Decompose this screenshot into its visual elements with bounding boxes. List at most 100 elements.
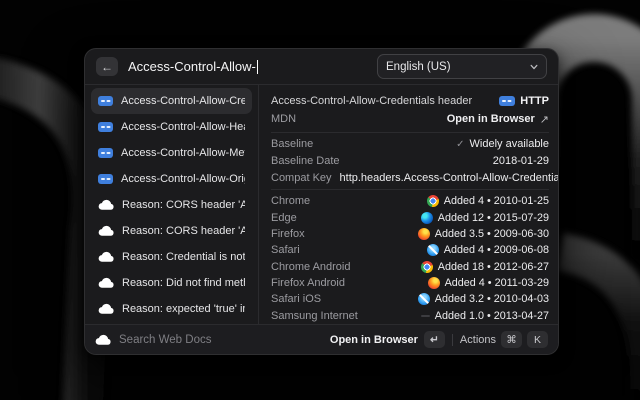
cloud-icon bbox=[98, 199, 114, 211]
list-item-label: Access-Control-Allow-Methods... bbox=[121, 147, 245, 159]
actions-label: Actions bbox=[460, 334, 496, 346]
list-item[interactable]: Access-Control-Allow-Credenti... bbox=[91, 88, 252, 114]
browser-name: Firefox bbox=[271, 228, 305, 240]
list-item[interactable]: Reason: Credential is not suppo... bbox=[91, 244, 252, 270]
mdn-label: MDN bbox=[271, 113, 296, 125]
detail-title-row: Access-Control-Allow-Credentials header … bbox=[271, 92, 549, 110]
list-item-label: Reason: Credential is not suppo... bbox=[122, 251, 245, 263]
list-item[interactable]: Access-Control-Allow-Methods... bbox=[91, 140, 252, 166]
browser-support-value: Added 12 • 2015-07-29 bbox=[438, 212, 549, 224]
divider bbox=[452, 334, 453, 346]
enter-key-icon: ↵ bbox=[424, 331, 445, 348]
browser-row: Chrome Added 4 • 2010-01-25 bbox=[271, 193, 549, 209]
command-key-icon: ⌘ bbox=[501, 331, 522, 348]
divider bbox=[271, 132, 549, 133]
browser-row: Edge Added 12 • 2015-07-29 bbox=[271, 210, 549, 226]
search-query-text: Access-Control-Allow- bbox=[128, 59, 256, 74]
cloud-icon bbox=[98, 251, 114, 263]
list-item-label: Access-Control-Allow-Credenti... bbox=[121, 95, 245, 107]
language-value: English (US) bbox=[386, 61, 451, 73]
firefox-icon bbox=[418, 228, 430, 240]
results-list: Access-Control-Allow-Credenti... Access-… bbox=[85, 85, 259, 324]
list-item-label: Access-Control-Allow-Origin he... bbox=[121, 173, 245, 185]
open-in-browser-label: Open in Browser bbox=[330, 334, 418, 346]
list-item[interactable]: Reason: expected 'true' in COR... bbox=[91, 296, 252, 322]
chrome-icon bbox=[427, 195, 439, 207]
list-item[interactable]: Access-Control-Allow-Headers... bbox=[91, 114, 252, 140]
browser-support-value: Added 3.5 • 2009-06-30 bbox=[435, 228, 549, 240]
browser-name: Chrome bbox=[271, 195, 310, 207]
cloud-icon bbox=[98, 303, 114, 315]
browser-support-value: Added 4 • 2010-01-25 bbox=[444, 195, 549, 207]
cloud-icon bbox=[98, 225, 114, 237]
text-caret bbox=[257, 60, 259, 74]
http-badge-icon bbox=[98, 148, 113, 158]
detail-title: Access-Control-Allow-Credentials header bbox=[271, 95, 472, 107]
browser-support-value: Added 3.2 • 2010-04-03 bbox=[435, 293, 549, 305]
open-in-browser-button[interactable]: Open in Browser ↵ bbox=[330, 331, 445, 348]
list-item-label: Reason: CORS header 'Access-... bbox=[122, 199, 245, 211]
edge-icon bbox=[421, 212, 433, 224]
safari-icon bbox=[418, 293, 430, 305]
detail-panel: Access-Control-Allow-Credentials header … bbox=[259, 85, 558, 324]
baseline-date-label: Baseline Date bbox=[271, 155, 340, 167]
compat-key-label: Compat Key bbox=[271, 172, 332, 184]
http-badge-label: HTTP bbox=[520, 95, 549, 107]
search-input[interactable]: Access-Control-Allow- bbox=[128, 59, 258, 74]
mdn-open-link[interactable]: Open in Browser ↗ bbox=[447, 113, 549, 126]
divider bbox=[271, 189, 549, 190]
actions-button[interactable]: Actions ⌘ K bbox=[460, 331, 548, 348]
k-key-icon: K bbox=[527, 331, 548, 348]
browser-name: Chrome Android bbox=[271, 261, 351, 273]
browser-support-value: Added 4 • 2011-03-29 bbox=[445, 277, 549, 289]
list-item-label: Reason: expected 'true' in COR... bbox=[122, 303, 245, 315]
cloud-icon bbox=[95, 334, 111, 346]
action-bar: Search Web Docs Open in Browser ↵ Action… bbox=[85, 324, 558, 354]
browser-name: Safari bbox=[271, 244, 300, 256]
baseline-label: Baseline bbox=[271, 138, 313, 150]
chevron-down-icon bbox=[530, 63, 538, 71]
list-item-label: Reason: CORS header 'Access-... bbox=[122, 225, 245, 237]
chrome-icon bbox=[421, 261, 433, 273]
cloud-icon bbox=[98, 277, 114, 289]
footer-command-title: Search Web Docs bbox=[119, 334, 211, 346]
footer-actions: Open in Browser ↵ Actions ⌘ K bbox=[330, 331, 548, 348]
dash-icon bbox=[421, 315, 430, 317]
list-item-label: Access-Control-Allow-Headers... bbox=[121, 121, 245, 133]
browser-support-value: Added 1.0 • 2013-04-27 bbox=[435, 310, 549, 322]
back-button[interactable]: ← bbox=[96, 57, 118, 76]
check-icon: ✓ bbox=[456, 139, 464, 150]
firefox-icon bbox=[428, 277, 440, 289]
window-body: Access-Control-Allow-Credenti... Access-… bbox=[85, 85, 558, 324]
browser-name: Firefox Android bbox=[271, 277, 345, 289]
list-item[interactable]: Reason: CORS header 'Access-... bbox=[91, 218, 252, 244]
browser-row: Safari iOS Added 3.2 • 2010-04-03 bbox=[271, 291, 549, 307]
browser-row: Firefox Added 3.5 • 2009-06-30 bbox=[271, 226, 549, 242]
http-badge-icon bbox=[98, 96, 113, 106]
compat-key-value: http.headers.Access-Control-Allow-Creden… bbox=[340, 172, 559, 184]
browser-support-value: Added 18 • 2012-06-27 bbox=[438, 261, 549, 273]
baseline-row: Baseline ✓ Widely available bbox=[271, 136, 549, 153]
baseline-value: Widely available bbox=[470, 138, 549, 150]
list-item-label: Reason: Did not find method in... bbox=[122, 277, 245, 289]
http-badge-icon bbox=[98, 174, 113, 184]
arrow-up-right-icon: ↗ bbox=[540, 113, 549, 126]
http-badge: HTTP bbox=[499, 95, 549, 107]
browser-row: Safari Added 4 • 2009-06-08 bbox=[271, 242, 549, 258]
browser-row: Firefox Android Added 4 • 2011-03-29 bbox=[271, 275, 549, 291]
safari-icon bbox=[427, 244, 439, 256]
back-arrow-icon: ← bbox=[101, 61, 113, 73]
list-item[interactable]: Reason: CORS header 'Access-... bbox=[91, 192, 252, 218]
list-item[interactable]: Access-Control-Allow-Origin he... bbox=[91, 166, 252, 192]
http-badge-icon bbox=[499, 96, 515, 106]
http-badge-icon bbox=[98, 122, 113, 132]
language-dropdown[interactable]: English (US) bbox=[377, 54, 547, 79]
browser-row: Chrome Android Added 18 • 2012-06-27 bbox=[271, 259, 549, 275]
baseline-date-row: Baseline Date 2018-01-29 bbox=[271, 153, 549, 170]
browser-row: Samsung Internet Added 1.0 • 2013-04-27 bbox=[271, 308, 549, 324]
baseline-date-value: 2018-01-29 bbox=[493, 155, 549, 167]
browser-name: Samsung Internet bbox=[271, 310, 358, 322]
browser-name: Edge bbox=[271, 212, 297, 224]
browser-support-value: Added 4 • 2009-06-08 bbox=[444, 244, 549, 256]
list-item[interactable]: Reason: Did not find method in... bbox=[91, 270, 252, 296]
